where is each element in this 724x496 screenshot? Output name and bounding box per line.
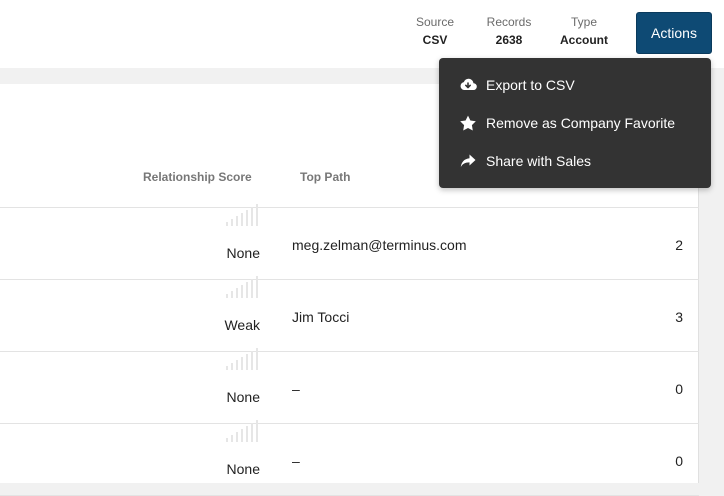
type-value: Account bbox=[560, 33, 608, 47]
menu-item-label: Share with Sales bbox=[486, 153, 592, 169]
menu-item-label: Export to CSV bbox=[486, 77, 575, 93]
menu-item-share-sales[interactable]: Share with Sales bbox=[439, 142, 711, 180]
relationship-score: None bbox=[226, 245, 260, 261]
relationship-score: None bbox=[226, 461, 260, 477]
menu-item-export-csv[interactable]: Export to CSV bbox=[439, 66, 711, 104]
top-path[interactable]: – bbox=[292, 381, 300, 397]
source-value: CSV bbox=[422, 33, 448, 47]
source-info: Source CSV bbox=[412, 14, 458, 48]
type-info: Type Account bbox=[557, 14, 611, 48]
star-icon bbox=[460, 115, 476, 131]
menu-item-remove-favorite[interactable]: Remove as Company Favorite bbox=[439, 104, 711, 142]
column-header-relationship-score[interactable]: Relationship Score bbox=[143, 170, 252, 184]
path-count: 3 bbox=[675, 309, 683, 325]
records-info: Records 2638 bbox=[482, 14, 536, 48]
top-path[interactable]: meg.zelman@terminus.com bbox=[292, 237, 467, 253]
source-label: Source bbox=[415, 15, 455, 29]
table-row[interactable]: Weak Jim Tocci 3 bbox=[0, 276, 699, 352]
path-count: 0 bbox=[675, 381, 683, 397]
path-count: 0 bbox=[675, 453, 683, 469]
menu-item-label: Remove as Company Favorite bbox=[486, 115, 676, 131]
relationship-score: Weak bbox=[224, 317, 260, 333]
relationship-score: None bbox=[226, 389, 260, 405]
records-label: Records bbox=[486, 15, 532, 29]
column-header-top-path[interactable]: Top Path bbox=[300, 170, 350, 184]
top-path[interactable]: – bbox=[292, 453, 300, 469]
actions-button[interactable]: Actions bbox=[636, 12, 712, 54]
actions-dropdown-menu: Export to CSV Remove as Company Favorite… bbox=[439, 58, 711, 188]
table-row[interactable]: None – 0 bbox=[0, 420, 699, 496]
share-icon bbox=[460, 154, 476, 167]
type-label: Type bbox=[570, 15, 597, 29]
cloud-download-icon bbox=[460, 78, 477, 91]
records-value: 2638 bbox=[495, 33, 523, 47]
top-path[interactable]: Jim Tocci bbox=[292, 309, 349, 325]
path-count: 2 bbox=[675, 237, 683, 253]
table-row[interactable]: None – 0 bbox=[0, 348, 699, 424]
table-row[interactable]: None meg.zelman@terminus.com 2 bbox=[0, 204, 699, 280]
